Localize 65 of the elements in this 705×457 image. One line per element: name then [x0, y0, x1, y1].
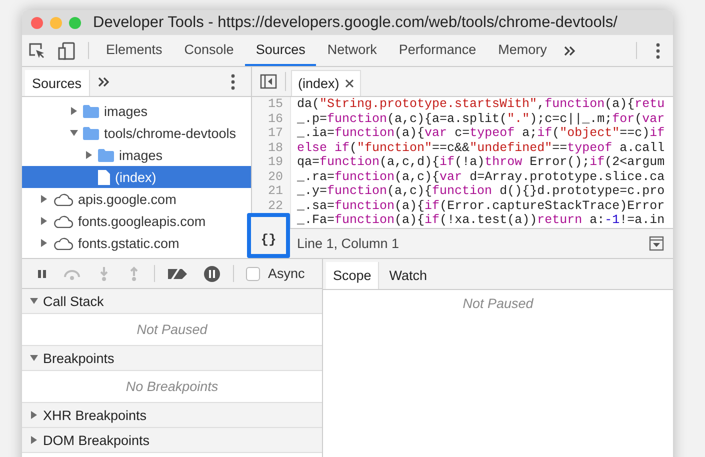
line-number: 22 — [252, 198, 291, 213]
tree-item[interactable]: apis.google.com — [22, 188, 251, 210]
code-line: _.p=function(a,c){a=a.split(".");c=c||_.m;for(var — [296, 112, 665, 126]
line-number: 21 — [252, 184, 291, 198]
caret-right-icon[interactable] — [70, 107, 78, 115]
code-line: else if("function"==c&&"undefined"==typeof a.call — [296, 140, 665, 155]
cloud-icon — [53, 192, 73, 206]
caret-right-icon[interactable] — [40, 217, 48, 225]
caret-right-icon[interactable] — [85, 151, 93, 159]
pretty-print-button[interactable]: {} — [256, 232, 280, 247]
section-header[interactable]: DOM Breakpoints — [22, 428, 322, 453]
code-line: qa=function(a,c,d){if(!a)throw Error();if(2<argum — [296, 155, 665, 170]
line-number: 19 — [252, 155, 291, 170]
folder-icon — [83, 126, 99, 140]
caret-right-icon[interactable] — [30, 436, 38, 444]
tree-item[interactable]: tools/chrome-devtools — [22, 122, 251, 144]
side-tab[interactable]: Watch — [382, 262, 434, 289]
panel-tab[interactable]: Elements — [95, 35, 174, 66]
caret-down-icon[interactable] — [70, 129, 78, 137]
chevrons-right-icon[interactable] — [98, 76, 110, 86]
code-line: _.Fa=function(a){if(!xa.test(a))return a:-1!=a.in — [296, 213, 665, 228]
caret-down-icon[interactable] — [30, 297, 38, 305]
folder-icon — [83, 104, 99, 118]
caret-right-icon[interactable] — [40, 239, 48, 247]
panel-tab[interactable]: Console — [173, 35, 245, 66]
cloud-icon — [53, 236, 73, 250]
more-options-icon[interactable] — [231, 74, 235, 90]
folder-icon — [98, 148, 114, 162]
close-icon[interactable] — [345, 79, 354, 88]
file-icon — [98, 170, 110, 184]
code-line: _.ia=function(a){var c=typeof a;if("object"==c)if — [296, 126, 665, 140]
tree-item[interactable]: images — [22, 100, 251, 122]
tree-item[interactable]: fonts.gstatic.com — [22, 232, 251, 254]
caret-right-icon[interactable] — [30, 411, 38, 419]
line-number: 20 — [252, 170, 291, 184]
caret-right-icon[interactable] — [40, 195, 48, 203]
section-header[interactable]: Breakpoints — [22, 346, 322, 371]
tree-item[interactable]: (index) — [22, 166, 251, 188]
more-options-icon[interactable] — [656, 42, 660, 58]
section-header[interactable]: XHR Breakpoints — [22, 403, 322, 428]
sidebar-tab[interactable]: Sources — [25, 70, 90, 96]
section-header[interactable]: Call Stack — [22, 289, 322, 314]
panel-tab[interactable]: Performance — [388, 35, 488, 66]
line-number: 18 — [252, 140, 291, 155]
caret-down-icon[interactable] — [30, 354, 38, 362]
line-number: 16 — [252, 112, 291, 126]
tree-item[interactable]: images — [22, 144, 251, 166]
chevrons-right-icon[interactable] — [564, 46, 576, 56]
code-line: _.ra=function(a,c){var d=Array.prototype.slice.ca — [296, 170, 665, 184]
editor-tab[interactable]: (index) — [291, 70, 362, 96]
code-line: da("String.prototype.startsWith",function(a){retu — [296, 97, 665, 112]
panel-tab[interactable]: Memory — [487, 35, 558, 66]
async-label: Async — [268, 266, 305, 281]
code-line: _.y=function(a,c){function d(){}d.prototype=c.pro — [296, 184, 665, 198]
tree-item[interactable]: fonts.googleapis.com — [22, 210, 251, 232]
side-tab[interactable]: Scope — [326, 262, 380, 289]
window-title: Developer Tools - https://developers.google.com/web/tools/chrome-devtools/ — [93, 14, 618, 32]
async-checkbox[interactable] — [246, 266, 260, 280]
empty-message: Not Paused — [462, 295, 534, 311]
cloud-icon — [53, 214, 73, 228]
cursor-position: Line 1, Column 1 — [297, 236, 400, 251]
line-number: 15 — [252, 97, 291, 112]
panel-tab[interactable]: Network — [316, 35, 388, 66]
code-line: _.sa=function(a){if(Error.captureStackTrace)Error — [296, 198, 665, 213]
line-number: 17 — [252, 126, 291, 140]
